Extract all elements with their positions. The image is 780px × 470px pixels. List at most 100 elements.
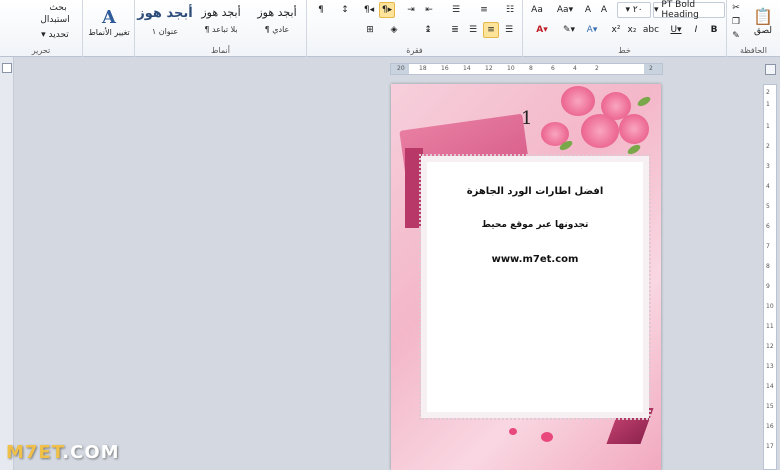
italic-button[interactable]: I (689, 22, 703, 38)
ruler-number: 7 (766, 243, 770, 250)
ruler-number: 12 (766, 343, 774, 350)
ruler-number: 8 (766, 263, 770, 270)
indent-decrease-button[interactable]: ⇤ (421, 2, 437, 18)
subscript-button[interactable]: x₂ (625, 22, 639, 38)
numbering-button[interactable]: ≡ (475, 2, 493, 18)
horizontal-ruler[interactable]: 20 18 16 14 12 10 8 6 4 2 2 (390, 63, 663, 75)
ruler-right-margin (644, 64, 662, 74)
multilevel-list-button[interactable]: ☰ (447, 2, 465, 18)
shrink-font-button[interactable]: A (581, 2, 595, 18)
font-size-select[interactable]: ▾ ٢٠ (617, 2, 651, 18)
change-styles-button[interactable]: A تغيير الأنماط (87, 0, 131, 44)
ruler-number: 11 (766, 323, 774, 330)
ruler-number: 12 (485, 65, 493, 72)
document-url: www.m7et.com (491, 254, 579, 265)
select-label: تحديد (48, 30, 69, 40)
style-no-spacing[interactable]: أبجد هوز ¶ بلا تباعد (193, 2, 249, 40)
select-button[interactable]: ▾ تحديد (30, 27, 80, 43)
styles-group-label: أنماط (211, 46, 230, 55)
grow-font-button[interactable]: A (597, 2, 611, 18)
text-frame[interactable]: افضل اطارات الورد الجاهزة تجدونها عبر مو… (419, 154, 651, 420)
ruler-number: 5 (766, 203, 770, 210)
ruler-number: 15 (766, 403, 774, 410)
ruler-number: 2 (649, 65, 653, 72)
change-styles-label: تغيير الأنماط (88, 28, 130, 37)
document-subtitle: تجدونها عبر موقع محيط (481, 220, 589, 230)
bullets-button[interactable]: ☷ (501, 2, 519, 18)
paragraph-group-label: فقرة (406, 46, 423, 55)
ltr-button[interactable]: ¶◂ (361, 2, 377, 18)
site-watermark: M7ET.COM (6, 442, 120, 463)
clear-format-button[interactable]: Aa (529, 2, 545, 18)
shading-button[interactable]: ◈ (385, 22, 403, 38)
ruler-number: 10 (507, 65, 515, 72)
ruler-number: 18 (419, 65, 427, 72)
view-ruler-button[interactable] (765, 64, 776, 75)
text-effects-button[interactable]: A▾ (583, 22, 601, 38)
ruler-number: 4 (573, 65, 577, 72)
ruler-number: 1 (766, 101, 770, 108)
style-sample: أبجد هوز (137, 6, 193, 21)
ruler-number: 17 (766, 443, 774, 450)
ruler-number: 2 (766, 143, 770, 150)
document-page[interactable]: 1 افضل اطارات الورد الجاهزة تجدونها عبر … (391, 84, 661, 470)
petal (509, 428, 517, 435)
change-case-button[interactable]: Aa▾ (553, 2, 577, 18)
paste-button[interactable]: 📋 لصق (747, 0, 779, 42)
highlight-button[interactable]: ✎▾ (559, 22, 579, 38)
rose-flower (561, 86, 595, 116)
sort-button[interactable]: ↕ (337, 2, 353, 18)
ribbon: بحث استبدال ▾ تحديد تحرير A تغيير الأنما… (0, 0, 780, 57)
superscript-button[interactable]: x² (609, 22, 623, 38)
ruler-toggle-icon[interactable] (2, 63, 12, 73)
ruler-number: 13 (766, 363, 774, 370)
chevron-down-icon: ▾ (654, 5, 662, 15)
ruler-number: 9 (766, 283, 770, 290)
replace-button[interactable]: استبدال (30, 12, 80, 28)
align-right-button[interactable]: ☰ (501, 22, 517, 38)
editing-group-label: تحرير (31, 46, 51, 55)
line-spacing-button[interactable]: ↨ (419, 22, 437, 38)
leaf (636, 94, 652, 109)
style-sample: أبجد هوز (257, 6, 297, 19)
clipboard-icon: 📋 (753, 6, 773, 26)
leaf (626, 142, 642, 157)
bold-button[interactable]: B (707, 22, 721, 38)
rtl-button[interactable]: ¶▸ (379, 2, 395, 18)
replace-label: استبدال (40, 15, 70, 25)
style-heading1[interactable]: أبجد هوز عنوان ١ (137, 2, 193, 40)
format-painter-button[interactable]: ✎ (729, 28, 743, 44)
font-name-value: PT Bold Heading (661, 0, 699, 20)
chevron-down-icon: ▾ (625, 5, 633, 15)
show-marks-button[interactable]: ¶ (313, 2, 329, 18)
ruler-number: 3 (766, 163, 770, 170)
indent-increase-button[interactable]: ⇥ (403, 2, 419, 18)
underline-button[interactable]: U▾ (667, 22, 685, 38)
ruler-number: 2 (766, 89, 770, 96)
watermark-suffix: .COM (62, 442, 120, 463)
style-name: عنوان ١ (151, 27, 179, 36)
watermark-prefix: M7ET (6, 442, 63, 463)
vertical-ruler[interactable]: 2 1 1 2 3 4 5 6 7 8 9 10 11 12 13 14 15 … (763, 84, 777, 470)
style-sample: أبجد هوز (201, 6, 241, 19)
petal (541, 432, 553, 442)
justify-button[interactable]: ≣ (447, 22, 463, 38)
ruler-number: 2 (595, 65, 599, 72)
font-color-button[interactable]: A▾ (533, 22, 551, 38)
rose-flower (619, 114, 649, 144)
clipboard-group-label: الحافظة (740, 46, 767, 55)
borders-button[interactable]: ⊞ (361, 22, 379, 38)
font-name-select[interactable]: ▾ PT Bold Heading (653, 0, 725, 20)
document-title: افضل اطارات الورد الجاهزة (466, 186, 604, 197)
ruler-number: 6 (551, 65, 555, 72)
ruler-number: 16 (441, 65, 449, 72)
align-left-button[interactable]: ☰ (465, 22, 481, 38)
align-center-button[interactable]: ≡ (483, 22, 499, 38)
ruler-number: 14 (463, 65, 471, 72)
text-style-icon: A (102, 7, 116, 28)
style-normal[interactable]: أبجد هوز ¶ عادي (249, 2, 305, 40)
editing-group: بحث استبدال ▾ تحديد تحرير (0, 0, 82, 57)
strikethrough-button[interactable]: abc (643, 22, 659, 38)
styles-group: أبجد هوز عنوان ١ أبجد هوز ¶ بلا تباعد أب… (134, 0, 306, 57)
change-styles-area: A تغيير الأنماط (82, 0, 134, 57)
